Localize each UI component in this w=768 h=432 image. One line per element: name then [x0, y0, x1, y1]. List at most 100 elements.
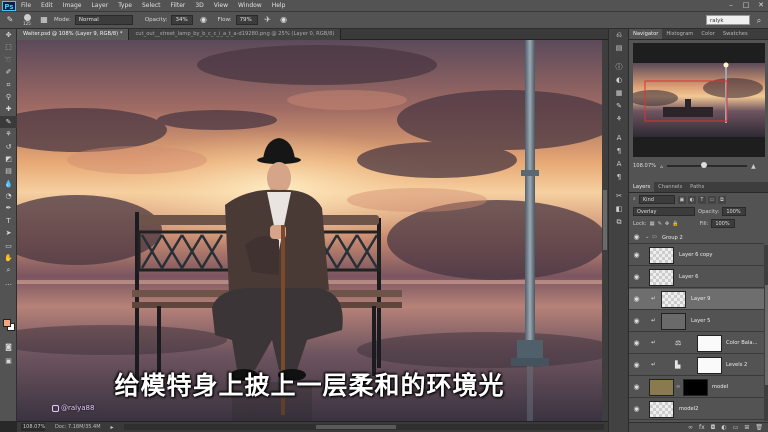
menu-file[interactable]: File [16, 0, 36, 12]
tab-paths[interactable]: Paths [686, 182, 708, 192]
smart-object-filter-icon[interactable]: ⧉ [717, 195, 726, 204]
type-filter-icon[interactable]: T [697, 195, 706, 204]
shape-tool-icon[interactable]: ▭ [0, 240, 17, 252]
layer-comps-icon[interactable]: ⧉ [609, 216, 629, 229]
quick-mask-icon[interactable]: ◙ [0, 341, 17, 353]
move-tool-icon[interactable]: ✥ [0, 29, 17, 41]
zoom-out-icon[interactable]: ▵ [660, 163, 663, 170]
chevron-down-icon[interactable]: ⌄ [645, 234, 649, 240]
tab-color[interactable]: Color [697, 29, 719, 39]
screen-mode-icon[interactable]: ▣ [0, 355, 17, 367]
link-layers-icon[interactable]: ∞ [688, 424, 693, 431]
menu-type[interactable]: Type [113, 0, 137, 12]
menu-layer[interactable]: Layer [86, 0, 113, 12]
visibility-eye-icon[interactable]: ◉ [632, 383, 641, 392]
doc-tab-street-lamp[interactable]: cut_out__street_lamp_by_b_c_c_i_a_t_a-d1… [129, 29, 342, 40]
brush-panel-icon[interactable]: ▦ [38, 14, 50, 26]
tool-presets-icon[interactable]: ✂ [609, 190, 629, 203]
navigator-zoom-value[interactable]: 108.07% [633, 163, 656, 169]
brush-tool-icon[interactable]: ✎ [4, 14, 16, 26]
info-panel-icon[interactable]: ⓘ [609, 61, 629, 74]
scroll-thumb[interactable] [315, 425, 396, 429]
character-panel-icon[interactable]: A [609, 132, 629, 145]
minimize-button[interactable]: – [726, 1, 736, 10]
eraser-tool-icon[interactable]: ◩ [0, 153, 17, 165]
zoom-tool-icon[interactable]: ⌕ [0, 264, 17, 276]
layer-model2[interactable]: ◉ model2 [629, 399, 764, 420]
lock-pixels-icon[interactable]: ▦ [650, 221, 655, 227]
lock-move-icon[interactable]: ✥ [665, 221, 669, 227]
trash-icon[interactable]: 🗑 [755, 424, 763, 431]
type-tool-icon[interactable]: T [0, 215, 17, 227]
tab-layers[interactable]: Layers [629, 182, 655, 192]
status-menu-arrow-icon[interactable]: ▸ [111, 424, 114, 431]
paragraph-panel-icon[interactable]: ¶ [609, 145, 629, 158]
menu-3d[interactable]: 3D [190, 0, 208, 12]
blend-mode-select[interactable]: Overlay [633, 207, 695, 216]
brush-panel-icon[interactable]: ✎ [609, 100, 629, 113]
adjustment-filter-icon[interactable]: ◐ [687, 195, 696, 204]
dodge-tool-icon[interactable]: ◔ [0, 190, 17, 202]
quick-select-tool-icon[interactable]: ✐ [0, 66, 17, 78]
new-layer-icon[interactable]: ⊞ [744, 424, 749, 431]
eyedropper-tool-icon[interactable]: ⚲ [0, 91, 17, 103]
menu-view[interactable]: View [209, 0, 233, 12]
navigator-zoom-slider[interactable] [667, 162, 748, 168]
mode-select[interactable]: Normal [74, 15, 133, 25]
tab-navigator[interactable]: Navigator [629, 29, 663, 39]
visibility-eye-icon[interactable]: ◉ [632, 233, 641, 242]
navigator-thumbnail[interactable] [633, 43, 765, 157]
new-group-icon[interactable]: ▭ [733, 424, 739, 431]
hand-tool-icon[interactable]: ✋ [0, 252, 17, 264]
doc-tab-waiter[interactable]: Waiter.psd @ 108% (Layer 9, RGB/8) * [17, 29, 130, 40]
zoom-in-icon[interactable]: ▲ [751, 163, 756, 170]
tab-histogram[interactable]: Histogram [662, 29, 697, 39]
gradient-tool-icon[interactable]: ▤ [0, 165, 17, 177]
marquee-tool-icon[interactable]: ⬚ [0, 41, 17, 53]
visibility-eye-icon[interactable]: ◉ [632, 273, 641, 282]
crop-tool-icon[interactable]: ⌗ [0, 79, 17, 91]
zoom-field[interactable]: 108.07% [21, 423, 45, 431]
layer-model[interactable]: ◉ ∞ model [629, 377, 764, 398]
visibility-eye-icon[interactable]: ◉ [632, 251, 641, 260]
doc-size-info[interactable]: Doc: 7.18M/35.4M [55, 424, 101, 430]
layer-6-copy[interactable]: ◉ Layer 6 copy [629, 245, 764, 266]
swatches-icon[interactable]: ◧ [609, 203, 629, 216]
pen-tool-icon[interactable]: ✒ [0, 202, 17, 214]
opacity-field[interactable]: 34% [171, 15, 194, 25]
layer-opacity-field[interactable]: 100% [722, 207, 747, 216]
blur-tool-icon[interactable]: 💧 [0, 178, 17, 190]
menu-filter[interactable]: Filter [166, 0, 191, 12]
menu-image[interactable]: Image [58, 0, 87, 12]
document-canvas[interactable]: 给模特身上披上一层柔和的环境光 @ralya88 [17, 40, 602, 421]
search-icon[interactable]: ⌕ [753, 15, 765, 26]
menu-window[interactable]: Window [233, 0, 267, 12]
scroll-thumb[interactable] [603, 190, 607, 250]
slider-knob[interactable] [701, 162, 708, 168]
layer-group-2[interactable]: ◉ ⌄ ▭ Group 2 [629, 232, 764, 244]
history-brush-tool-icon[interactable]: ↺ [0, 141, 17, 153]
foreground-color-swatch[interactable] [3, 319, 11, 327]
healing-tool-icon[interactable]: ✚ [0, 103, 17, 115]
layer-6[interactable]: ◉ Layer 6 [629, 267, 764, 288]
pixel-filter-icon[interactable]: ▣ [677, 195, 686, 204]
pressure-opacity-icon[interactable]: ◉ [197, 14, 209, 26]
new-adjustment-icon[interactable]: ◐ [721, 424, 726, 431]
history-panel-icon[interactable]: ⎌ [609, 29, 629, 42]
layer-levels-2[interactable]: ◉ ↵ ▙ Levels 2 [629, 355, 764, 376]
menu-help[interactable]: Help [267, 0, 291, 12]
brush-preset-picker[interactable]: 125 [20, 14, 34, 26]
visibility-eye-icon[interactable]: ◉ [632, 339, 641, 348]
flow-field[interactable]: 79% [235, 15, 258, 25]
clone-source-icon[interactable]: ⚘ [609, 113, 629, 126]
layer-color-balance[interactable]: ◉ ↵ ⚖ Color Bala... [629, 333, 764, 354]
fx-icon[interactable]: fx [699, 424, 705, 431]
canvas-horizontal-scrollbar[interactable] [123, 424, 604, 430]
add-mask-icon[interactable]: ◘ [711, 424, 716, 431]
pressure-size-icon[interactable]: ◉ [278, 14, 290, 26]
lock-brush-icon[interactable]: ✎ [657, 221, 661, 227]
shape-filter-icon[interactable]: ▭ [707, 195, 716, 204]
layer-9[interactable]: ◉ ↵ Layer 9 [629, 289, 764, 310]
lock-all-icon[interactable]: 🔒 [672, 221, 678, 227]
visibility-eye-icon[interactable]: ◉ [632, 317, 641, 326]
